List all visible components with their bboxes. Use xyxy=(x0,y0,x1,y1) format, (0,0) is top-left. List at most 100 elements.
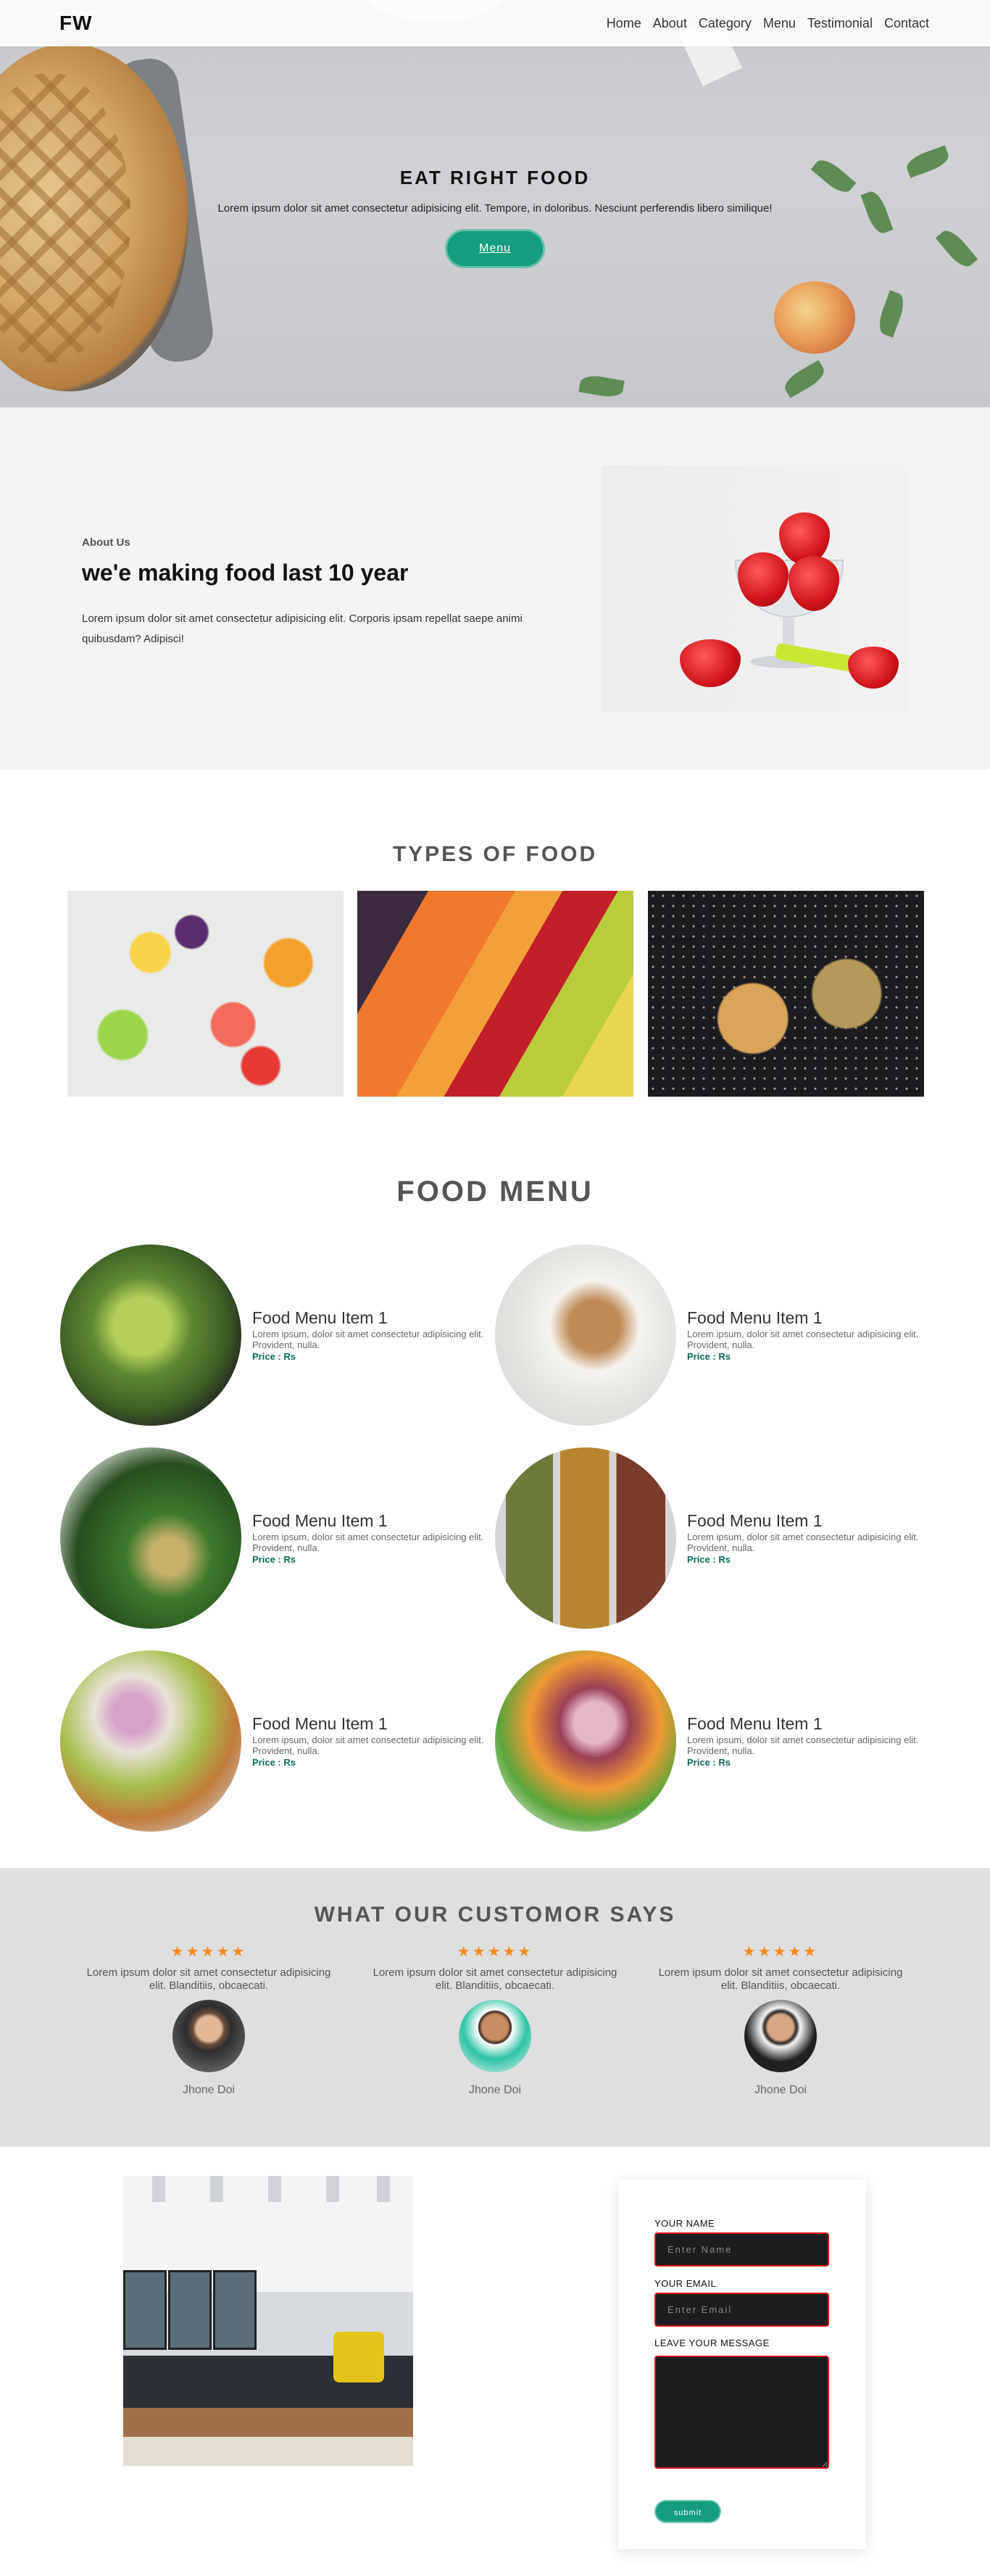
nav-links: Home About Category Menu Testimonial Con… xyxy=(607,16,931,31)
menu-item-price: Price : Rs xyxy=(687,1757,731,1768)
menu-item-name: Food Menu Item 1 xyxy=(687,1308,823,1327)
nav-link-home[interactable]: Home xyxy=(607,16,641,31)
snack-board-image xyxy=(60,1650,241,1832)
menu-item-price: Price : Rs xyxy=(252,1351,296,1362)
menu-item-desc: Lorem ipsum, dolor sit amet consectetur … xyxy=(252,1329,484,1350)
email-label: YOUR EMAIL xyxy=(654,2278,717,2289)
menu-item-price: Price : Rs xyxy=(252,1554,296,1565)
window-shape xyxy=(168,2270,212,2350)
nav-link-contact[interactable]: Contact xyxy=(884,16,929,31)
menu-item-name: Food Menu Item 1 xyxy=(687,1511,823,1530)
testimonial-text: Lorem ipsum dolor sit amet consectetur a… xyxy=(373,1966,617,1992)
menu-item[interactable]: Food Menu Item 1 Lorem ipsum, dolor sit … xyxy=(495,1447,930,1629)
submit-button[interactable]: submit xyxy=(654,2500,721,2523)
star-rating-icon: ★★★★★ xyxy=(742,1944,819,1960)
strawberries-image xyxy=(602,465,909,712)
window-shape xyxy=(123,2270,167,2350)
menu-item[interactable]: Food Menu Item 1 Lorem ipsum, dolor sit … xyxy=(495,1245,930,1426)
message-label: LEAVE YOUR MESSAGE xyxy=(654,2338,770,2348)
lamp-shape xyxy=(152,2176,165,2202)
fruit-platter-image[interactable] xyxy=(67,891,344,1097)
menu-item[interactable]: Food Menu Item 1 Lorem ipsum, dolor sit … xyxy=(60,1447,495,1629)
hero-content: EAT RIGHT FOOD Lorem ipsum dolor sit ame… xyxy=(0,167,990,268)
hero-title: EAT RIGHT FOOD xyxy=(399,167,591,188)
types-title: TYPES OF FOOD xyxy=(392,842,598,866)
testimonial-name: Jhone Doi xyxy=(468,2084,522,2096)
lamp-shape xyxy=(268,2176,281,2202)
testimonial-card: ★★★★★ Lorem ipsum dolor sit amet consect… xyxy=(71,1943,346,2097)
hero-leaf-image xyxy=(578,373,625,400)
email-input[interactable] xyxy=(654,2293,829,2327)
granola-bowl-image xyxy=(495,1245,676,1426)
menu-item-desc: Lorem ipsum, dolor sit amet consectetur … xyxy=(252,1532,484,1553)
menu-item-desc: Lorem ipsum, dolor sit amet consectetur … xyxy=(252,1734,484,1756)
menu-item[interactable]: Food Menu Item 1 Lorem ipsum, dolor sit … xyxy=(60,1245,495,1426)
name-input[interactable] xyxy=(654,2232,829,2267)
star-rating-icon: ★★★★★ xyxy=(170,1944,247,1960)
contact-form: YOUR NAME YOUR EMAIL LEAVE YOUR MESSAGE … xyxy=(618,2180,866,2549)
hero-apple-image xyxy=(774,281,855,354)
testimonial-text: Lorem ipsum dolor sit amet consectetur a… xyxy=(86,1966,331,1992)
hero-text: Lorem ipsum dolor sit amet consectetur a… xyxy=(217,202,773,215)
greens-avocado-image xyxy=(60,1447,241,1629)
menu-title: FOOD MENU xyxy=(396,1176,594,1208)
testimonials-title: WHAT OUR CUSTOMOR SAYS xyxy=(314,1903,676,1927)
logo[interactable]: FW xyxy=(59,12,93,35)
message-textarea[interactable] xyxy=(654,2356,829,2469)
lamp-shape xyxy=(377,2176,390,2202)
star-rating-icon: ★★★★★ xyxy=(457,1944,533,1960)
hero-leaf-image xyxy=(875,290,908,338)
hero-section: EAT RIGHT FOOD Lorem ipsum dolor sit ame… xyxy=(0,0,990,407)
avatar xyxy=(459,2000,531,2072)
lamp-shape xyxy=(210,2176,223,2202)
menu-item-info: Food Menu Item 1 Lorem ipsum, dolor sit … xyxy=(252,1511,484,1565)
about-section: About Us we'e making food last 10 year L… xyxy=(0,407,990,770)
menu-item-name: Food Menu Item 1 xyxy=(687,1714,823,1733)
nav-link-menu[interactable]: Menu xyxy=(763,16,796,31)
nav-link-category[interactable]: Category xyxy=(699,16,752,31)
grains-legumes-image[interactable] xyxy=(648,891,924,1097)
menu-item-desc: Lorem ipsum, dolor sit amet consectetur … xyxy=(687,1532,919,1553)
menu-item-desc: Lorem ipsum, dolor sit amet consectetur … xyxy=(687,1734,919,1756)
menu-item[interactable]: Food Menu Item 1 Lorem ipsum, dolor sit … xyxy=(495,1650,930,1832)
menu-item-info: Food Menu Item 1 Lorem ipsum, dolor sit … xyxy=(687,1511,919,1565)
types-of-food-section: TYPES OF FOOD xyxy=(0,770,990,1139)
smoothie-bowl-image xyxy=(495,1650,676,1832)
testimonials-section: WHAT OUR CUSTOMOR SAYS ★★★★★ Lorem ipsum… xyxy=(0,1868,990,2147)
food-menu-section: FOOD MENU Food Menu Item 1 Lorem ipsum, … xyxy=(0,1139,990,1868)
navbar: FW Home About Category Menu Testimonial … xyxy=(0,0,990,46)
avatar xyxy=(744,2000,817,2072)
menu-button[interactable]: Menu xyxy=(444,229,546,268)
lamp-shape xyxy=(326,2176,339,2202)
cafe-interior-image xyxy=(123,2176,413,2466)
hero-leaf-image xyxy=(781,360,828,399)
avatar xyxy=(172,2000,245,2072)
menu-item-info: Food Menu Item 1 Lorem ipsum, dolor sit … xyxy=(252,1714,484,1768)
testimonial-text: Lorem ipsum dolor sit amet consectetur a… xyxy=(658,1966,903,1992)
about-title: we'e making food last 10 year xyxy=(82,560,409,586)
yellow-machine-shape xyxy=(333,2332,384,2382)
menu-item-info: Food Menu Item 1 Lorem ipsum, dolor sit … xyxy=(687,1714,919,1768)
name-label: YOUR NAME xyxy=(654,2218,715,2229)
salad-image xyxy=(60,1245,241,1426)
menu-item-name: Food Menu Item 1 xyxy=(252,1308,388,1327)
menu-item-name: Food Menu Item 1 xyxy=(252,1714,388,1733)
about-text: Lorem ipsum dolor sit amet consectetur a… xyxy=(82,612,523,645)
window-shape xyxy=(213,2270,257,2350)
testimonial-card: ★★★★★ Lorem ipsum dolor sit amet consect… xyxy=(357,1943,633,2097)
contact-section: YOUR NAME YOUR EMAIL LEAVE YOUR MESSAGE … xyxy=(0,2147,990,2573)
nav-link-about[interactable]: About xyxy=(653,16,687,31)
menu-item-name: Food Menu Item 1 xyxy=(252,1511,388,1530)
menu-item[interactable]: Food Menu Item 1 Lorem ipsum, dolor sit … xyxy=(60,1650,495,1832)
menu-item-price: Price : Rs xyxy=(252,1757,296,1768)
menu-item-price: Price : Rs xyxy=(687,1351,731,1362)
strawberry-shape xyxy=(848,647,899,689)
vegetables-image[interactable] xyxy=(357,891,633,1097)
testimonial-card: ★★★★★ Lorem ipsum dolor sit amet consect… xyxy=(643,1943,918,2097)
about-label: About Us xyxy=(82,536,130,549)
nav-link-testimonial[interactable]: Testimonial xyxy=(807,16,873,31)
menu-item-price: Price : Rs xyxy=(687,1554,731,1565)
testimonial-name: Jhone Doi xyxy=(754,2084,807,2096)
testimonial-name: Jhone Doi xyxy=(182,2084,236,2096)
meal-prep-image xyxy=(495,1447,676,1629)
